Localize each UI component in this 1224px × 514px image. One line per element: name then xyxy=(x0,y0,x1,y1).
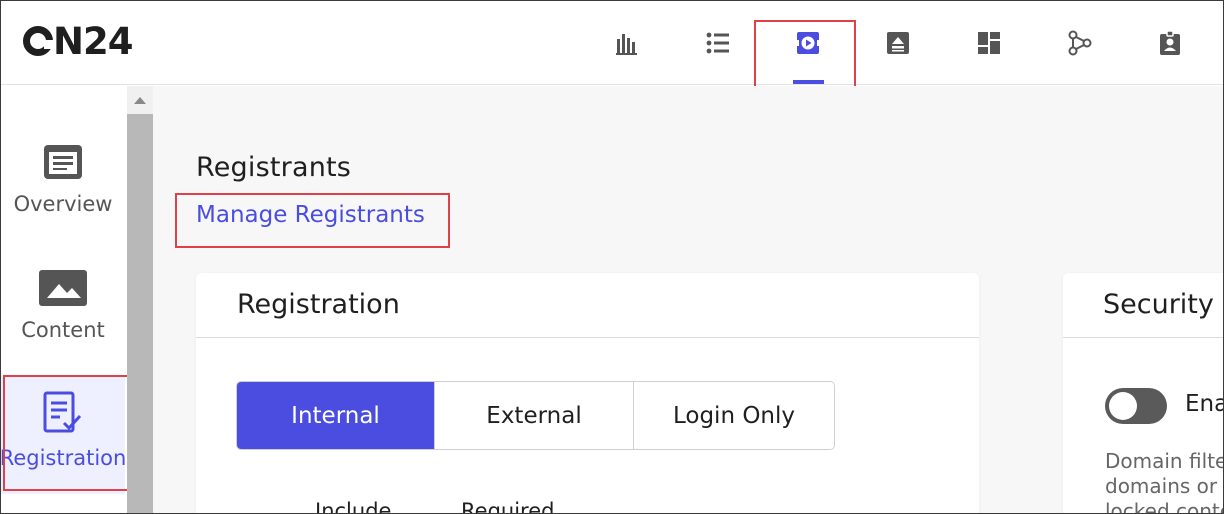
main-content: Registrants Manage Registrants Registrat… xyxy=(153,86,1224,514)
enable-toggle[interactable] xyxy=(1105,388,1167,424)
security-card: Security Ena Domain filte domains or s l… xyxy=(1063,273,1224,514)
slides-icon[interactable] xyxy=(878,23,918,63)
sidebar-item-registration[interactable]: Registration xyxy=(0,376,127,494)
description-line: locked conte xyxy=(1105,499,1224,514)
console-icon[interactable] xyxy=(788,23,828,63)
registration-icon xyxy=(42,376,84,434)
top-bar: N24 xyxy=(1,1,1223,85)
bar-chart-icon[interactable] xyxy=(607,23,647,63)
card-title: Security xyxy=(1103,289,1214,320)
sidebar-item-label: Overview xyxy=(13,192,113,216)
overview-icon xyxy=(43,132,83,180)
network-icon[interactable] xyxy=(1059,23,1099,63)
dashboard-icon[interactable] xyxy=(969,23,1009,63)
sidebar-item-label: Registration xyxy=(0,446,127,470)
list-icon[interactable] xyxy=(698,23,738,63)
manage-registrants-link[interactable]: Manage Registrants xyxy=(196,202,425,228)
tab-external[interactable]: External xyxy=(435,382,634,449)
badge-icon[interactable] xyxy=(1150,23,1190,63)
app-window: N24 Overview Content Registration Regist… xyxy=(0,0,1224,514)
scroll-up-arrow-icon[interactable] xyxy=(127,86,153,114)
security-description: Domain filte domains or s locked conte xyxy=(1105,449,1224,514)
active-nav-underline xyxy=(793,80,824,84)
sidebar: Overview Content Registration xyxy=(0,86,127,513)
on24-logo: N24 xyxy=(23,19,133,63)
tab-login-only[interactable]: Login Only xyxy=(634,382,834,449)
description-line: Domain filte xyxy=(1105,449,1224,473)
divider xyxy=(1063,337,1223,338)
sidebar-item-label: Content xyxy=(21,318,105,342)
tab-internal[interactable]: Internal xyxy=(237,382,435,449)
section-title: Registrants xyxy=(196,152,352,183)
registration-card: Registration Internal External Login Onl… xyxy=(196,273,979,514)
logo-o-mark xyxy=(23,26,53,56)
divider xyxy=(196,337,979,338)
scroll-thumb[interactable] xyxy=(127,114,153,513)
image-icon xyxy=(39,258,87,306)
sidebar-item-content[interactable]: Content xyxy=(1,258,125,376)
description-line: domains or s xyxy=(1105,474,1224,498)
sidebar-item-overview[interactable]: Overview xyxy=(1,132,125,250)
column-header-include: Include xyxy=(315,499,392,514)
column-header-required: Required xyxy=(461,499,555,514)
toggle-label: Ena xyxy=(1185,391,1224,417)
sidebar-scrollbar[interactable] xyxy=(127,86,153,513)
toggle-knob xyxy=(1109,392,1137,420)
card-title: Registration xyxy=(237,289,400,320)
registration-type-tabs: Internal External Login Only xyxy=(236,381,835,450)
logo-text: N24 xyxy=(53,19,133,63)
